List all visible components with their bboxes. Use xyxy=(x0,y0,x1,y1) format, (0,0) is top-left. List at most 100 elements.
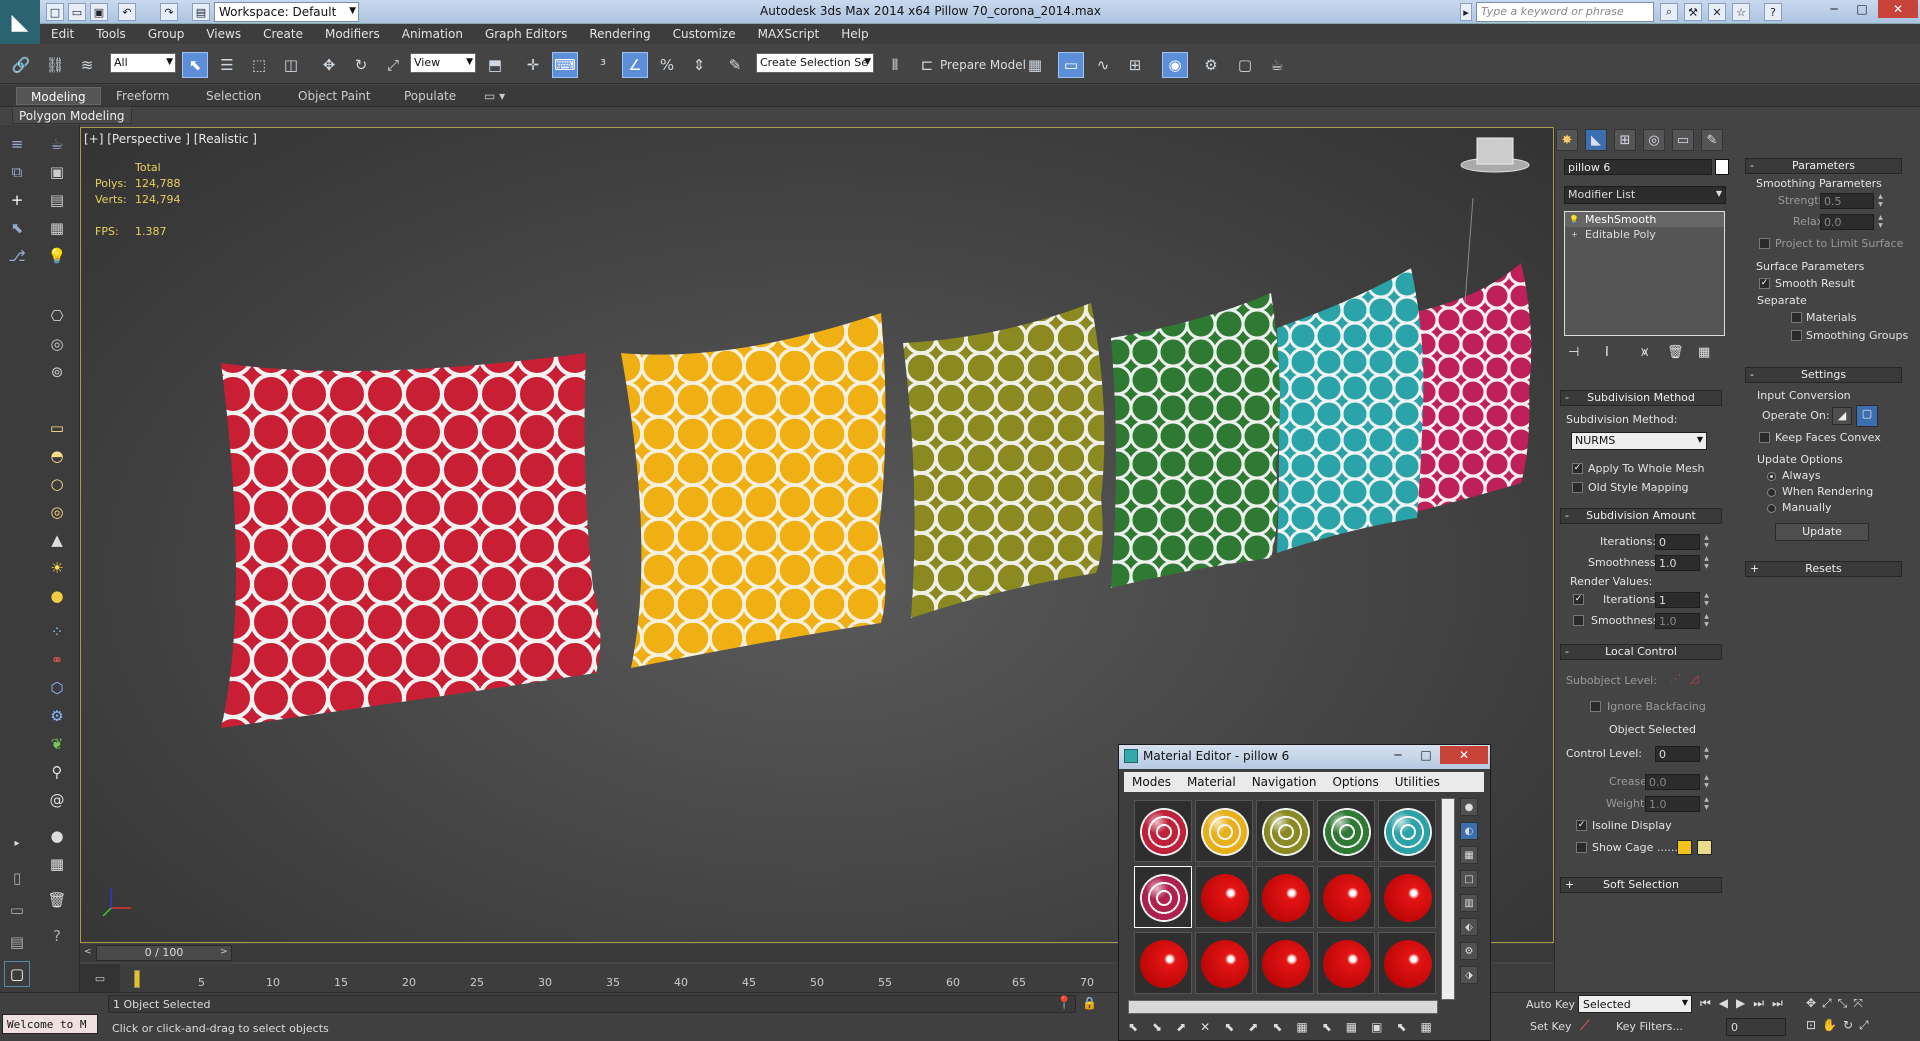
me-menu-modes[interactable]: Modes xyxy=(1124,775,1179,789)
menu-graph-editors[interactable]: Graph Editors xyxy=(474,24,578,44)
material-slot[interactable] xyxy=(1134,866,1192,928)
rendered-frame-window-icon[interactable]: ▢ xyxy=(1232,52,1258,78)
me-horizontal-scrollbar[interactable] xyxy=(1128,1000,1438,1014)
biped-icon[interactable]: ⚲ xyxy=(44,759,70,785)
hemisphere-icon[interactable]: ◓ xyxy=(44,443,70,469)
key-filters-button[interactable]: Key Filters... xyxy=(1616,1020,1683,1033)
light-bulb-icon[interactable]: 💡 xyxy=(44,243,70,269)
material-slot[interactable] xyxy=(1195,932,1253,994)
expand-search-icon[interactable]: ▸ xyxy=(1460,3,1472,21)
maxscript-listener[interactable]: Welcome to M xyxy=(2,1014,98,1034)
stack-item-editable-poly[interactable]: + Editable Poly xyxy=(1565,227,1724,242)
select-object-icon[interactable]: ⬉ xyxy=(182,52,208,78)
menu-rendering[interactable]: Rendering xyxy=(578,24,661,44)
me-maximize-icon[interactable]: □ xyxy=(1412,746,1440,764)
menu-maxscript[interactable]: MAXScript xyxy=(747,24,831,44)
spiral-icon[interactable]: @ xyxy=(44,787,70,813)
material-slot[interactable] xyxy=(1378,932,1436,994)
tab-modeling[interactable]: Modeling xyxy=(16,87,101,105)
me-scrollbar[interactable] xyxy=(1441,798,1455,1000)
scene-explorer-icon[interactable]: ≡ xyxy=(4,131,30,157)
mirror-icon[interactable]: ⫴ xyxy=(882,52,908,78)
operate-on-triangles-icon[interactable]: ◢ xyxy=(1832,407,1852,425)
playback-controls[interactable]: ⏮◀▶⏭⏭ xyxy=(1700,996,1791,1011)
align-icon[interactable]: ⊏ xyxy=(914,52,940,78)
project-folder-icon[interactable]: ▤ xyxy=(192,3,210,21)
menu-tools[interactable]: Tools xyxy=(85,24,137,44)
material-slot[interactable] xyxy=(1378,800,1436,862)
isoline-display-checkbox[interactable]: ✓ xyxy=(1576,820,1587,831)
rollout-subdivision-amount[interactable]: - Subdivision Amount xyxy=(1560,508,1722,524)
workspace-dropdown[interactable]: Workspace: Default ▼ xyxy=(214,2,359,22)
lock-selection-icon[interactable]: 🔒 xyxy=(1082,996,1097,1010)
material-slot[interactable] xyxy=(1317,800,1375,862)
open-file-icon[interactable]: ▭ xyxy=(68,3,86,21)
grid-icon[interactable]: ▦ xyxy=(44,215,70,241)
tab-object-paint[interactable]: Object Paint xyxy=(284,87,385,105)
me-menu-navigation[interactable]: Navigation xyxy=(1244,775,1325,789)
sphere-icon[interactable]: ○ xyxy=(44,471,70,497)
object-name-field[interactable]: pillow 6 xyxy=(1564,159,1712,175)
maximize-icon[interactable]: □ xyxy=(1848,0,1876,18)
tab-freeform[interactable]: Freeform xyxy=(102,87,183,105)
rollout-resets[interactable]: + Resets xyxy=(1745,561,1902,577)
help-circle-icon[interactable]: ? xyxy=(44,923,70,949)
new-file-icon[interactable]: □ xyxy=(46,3,64,21)
me-close-icon[interactable]: ✕ xyxy=(1440,746,1488,764)
crease-spinner[interactable]: ▲ ▼ xyxy=(1703,774,1710,790)
hierarchy-tab-icon[interactable]: ⊞ xyxy=(1614,129,1636,151)
key-mode-dropdown[interactable]: Selected ▼ xyxy=(1578,995,1692,1013)
weight-spinner[interactable]: ▲ ▼ xyxy=(1703,796,1710,812)
window-crossing-icon[interactable]: ◫ xyxy=(278,52,304,78)
video-color-check-icon[interactable]: ▥ xyxy=(1460,894,1478,912)
viewport-layout-icon[interactable]: ▯ xyxy=(4,865,30,891)
control-level-input[interactable]: 0 xyxy=(1655,746,1700,762)
next-frame-icon[interactable]: > xyxy=(220,947,228,957)
cage-color-swatch-2[interactable] xyxy=(1697,840,1712,855)
gear-icon[interactable]: ⚙ xyxy=(44,703,70,729)
unlink-icon[interactable]: ⛓ xyxy=(42,52,68,78)
update-manually-radio[interactable] xyxy=(1767,504,1776,513)
render-teapot-icon[interactable]: ☕ xyxy=(1264,52,1290,78)
teapot-icon[interactable]: ☕ xyxy=(44,131,70,157)
mini-curve-editor-icon[interactable]: ▭ xyxy=(80,964,120,992)
menu-customize[interactable]: Customize xyxy=(662,24,747,44)
make-unique-icon[interactable]: ⩙ xyxy=(1641,345,1648,360)
menu-modifiers[interactable]: Modifiers xyxy=(314,24,391,44)
make-preview-icon[interactable]: ⬖ xyxy=(1460,918,1478,936)
update-always-radio[interactable] xyxy=(1767,472,1776,481)
curve-editor-icon[interactable]: ∿ xyxy=(1090,52,1116,78)
foliage-icon[interactable]: ❦ xyxy=(44,731,70,757)
select-by-name-icon[interactable]: ☰ xyxy=(214,52,240,78)
smoothness-spinner[interactable]: ▲ ▼ xyxy=(1703,555,1710,571)
isolate-pin-icon[interactable]: 📍 xyxy=(1056,996,1072,1011)
layer-explorer-icon[interactable]: ⧉ xyxy=(4,159,30,185)
render-iterations-checkbox[interactable]: ✓ xyxy=(1573,594,1584,605)
viewport-nav-controls[interactable]: ✥⤢⤡⤧ xyxy=(1806,996,1869,1011)
prepare-model-label[interactable]: Prepare Model xyxy=(940,58,1026,72)
viewport-nav-controls-2[interactable]: ⊡✋↻⤢ xyxy=(1806,1018,1875,1033)
rollout-local-control[interactable]: - Local Control xyxy=(1560,644,1722,660)
old-style-mapping-checkbox[interactable] xyxy=(1572,482,1583,493)
motion-tab-icon[interactable]: ◎ xyxy=(1643,129,1665,151)
pillow-teal[interactable] xyxy=(1277,268,1424,553)
me-minimize-icon[interactable]: ─ xyxy=(1384,746,1412,764)
control-level-spinner[interactable]: ▲ ▼ xyxy=(1703,746,1710,762)
help-icon[interactable]: ? xyxy=(1764,3,1782,21)
pillow-yellow[interactable] xyxy=(621,313,886,668)
render-iterations-spinner[interactable]: ▲ ▼ xyxy=(1703,592,1710,608)
sphere-yellow-icon[interactable]: ● xyxy=(44,583,70,609)
cage-color-swatch-1[interactable] xyxy=(1677,840,1692,855)
rollout-soft-selection[interactable]: + Soft Selection xyxy=(1560,877,1722,893)
expand-toolbar-icon[interactable]: ▸ xyxy=(4,830,30,856)
close-icon[interactable]: ✕ xyxy=(1878,0,1918,18)
ignore-backfacing-checkbox[interactable] xyxy=(1590,701,1601,712)
undo-icon[interactable]: ↶ xyxy=(118,3,136,21)
menu-animation[interactable]: Animation xyxy=(391,24,474,44)
modifier-list-dropdown[interactable]: Modifier List ▼ xyxy=(1564,186,1726,204)
current-frame-field[interactable]: 0 xyxy=(1726,1018,1786,1036)
menu-help[interactable]: Help xyxy=(830,24,879,44)
document-icon[interactable]: ▤ xyxy=(44,187,70,213)
tab-populate[interactable]: Populate xyxy=(390,87,470,105)
show-cage-checkbox[interactable] xyxy=(1576,842,1587,853)
